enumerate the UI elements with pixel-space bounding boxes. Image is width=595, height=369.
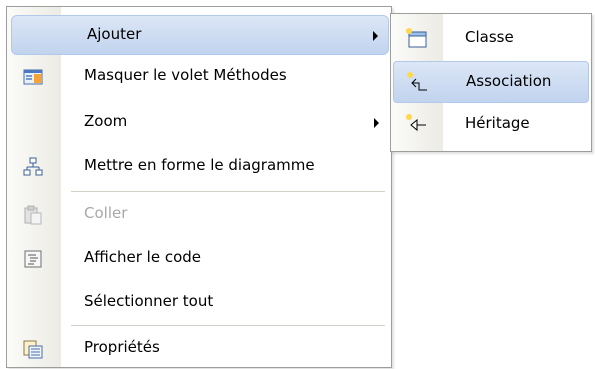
menu-item-label: Afficher le code <box>84 248 202 266</box>
menu-item-afficher-code[interactable]: Afficher le code <box>9 239 389 279</box>
view-code-icon <box>22 248 44 270</box>
properties-icon <box>22 338 44 360</box>
menu-item-label: Masquer le volet Méthodes <box>84 66 287 84</box>
menu-item-selectionner-tout[interactable]: Sélectionner tout <box>9 283 389 323</box>
menu-separator <box>71 191 385 192</box>
ajouter-submenu: Classe Association Héritage <box>390 13 592 152</box>
menu-item-mettre-en-forme[interactable]: Mettre en forme le diagramme <box>9 147 389 187</box>
menu-item-label: Mettre en forme le diagramme <box>84 156 315 174</box>
menu-separator <box>71 325 385 326</box>
menu-item-label: Propriétés <box>84 338 160 356</box>
submenu-arrow-icon <box>374 118 379 128</box>
menu-item-label: Ajouter <box>87 25 142 43</box>
hide-pane-icon <box>22 66 44 88</box>
menu-item-proprietes[interactable]: Propriétés <box>9 329 389 369</box>
paste-icon <box>22 204 44 226</box>
class-icon <box>405 27 429 51</box>
menu-item-label: Sélectionner tout <box>84 292 214 310</box>
submenu-item-label: Héritage <box>465 114 530 132</box>
submenu-item-label: Association <box>466 72 552 90</box>
submenu-item-heritage[interactable]: Héritage <box>393 104 589 146</box>
context-menu: Ajouter Masquer le volet Méthodes Zoom M… <box>6 6 392 368</box>
menu-item-zoom[interactable]: Zoom <box>9 103 389 143</box>
submenu-arrow-icon <box>373 31 378 41</box>
menu-item-label: Zoom <box>84 112 128 130</box>
submenu-item-classe[interactable]: Classe <box>393 18 589 60</box>
layout-diagram-icon <box>22 156 44 178</box>
menu-item-masquer-volet[interactable]: Masquer le volet Méthodes <box>9 57 389 97</box>
menu-item-label: Coller <box>84 204 128 222</box>
submenu-item-association[interactable]: Association <box>393 61 589 103</box>
inheritance-icon <box>405 113 429 137</box>
association-icon <box>406 71 430 95</box>
menu-item-coller: Coller <box>9 195 389 235</box>
submenu-item-label: Classe <box>465 28 514 46</box>
menu-item-ajouter[interactable]: Ajouter <box>11 15 389 55</box>
